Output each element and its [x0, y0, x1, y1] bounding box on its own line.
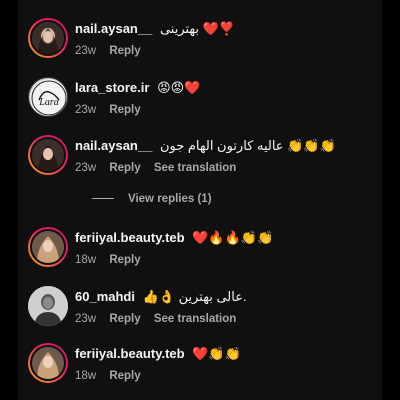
profile-photo-icon: [32, 347, 64, 379]
comment-meta: 23w Reply See translation: [75, 311, 246, 327]
reply-button[interactable]: Reply: [109, 254, 140, 266]
avatar[interactable]: [28, 286, 68, 326]
comment-body: nail.aysan__ بهترینی ❤️❣️: [75, 20, 235, 38]
comment-body: lara_store.ir 😡😡❤️: [75, 79, 200, 97]
comment-item: feriiyal.beauty.teb ❤️👏👏 18w Reply: [28, 342, 378, 394]
comment-meta: 23w Reply: [75, 43, 151, 59]
comment-meta: 18w Reply: [75, 368, 151, 384]
avatar[interactable]: [28, 18, 68, 58]
avatar[interactable]: [28, 343, 68, 383]
profile-photo-icon: [32, 22, 64, 54]
comment-text: ❤️👏👏: [192, 346, 241, 361]
comment-time: 23w: [75, 104, 97, 116]
comment-item: feriiyal.beauty.teb ❤️🔥🔥👏👏 18w Reply: [28, 226, 378, 278]
store-logo-icon: Lara: [30, 79, 67, 116]
comment-body: nail.aysan__ عالیه کارتون الهام جون 👏👏👏: [75, 137, 336, 155]
comments-panel: nail.aysan__ بهترینی ❤️❣️ 23w Reply Lara…: [18, 0, 382, 400]
profile-photo-icon: [32, 139, 64, 171]
comment-body: 60_mahdi 👍👌 عالی بهترین.: [75, 288, 247, 306]
profile-photo-icon: [28, 286, 68, 326]
comment-username[interactable]: nail.aysan__: [75, 138, 152, 153]
comment-text: ❤️🔥🔥👏👏: [192, 230, 274, 245]
profile-photo-icon: [32, 231, 64, 263]
reply-button[interactable]: Reply: [109, 370, 140, 382]
reply-button[interactable]: Reply: [109, 313, 140, 325]
comment-meta: 18w Reply: [75, 252, 151, 268]
view-replies-button[interactable]: View replies (1): [92, 191, 212, 207]
comment-username[interactable]: 60_mahdi: [75, 289, 135, 304]
comment-item: nail.aysan__ عالیه کارتون الهام جون 👏👏👏 …: [28, 134, 378, 186]
avatar-logo-text: Lara: [38, 97, 58, 108]
comment-meta: 23w Reply: [75, 102, 151, 118]
comment-time: 23w: [75, 313, 97, 325]
comment-time: 23w: [75, 45, 97, 57]
view-replies-label[interactable]: View replies (1): [128, 193, 212, 205]
reply-button[interactable]: Reply: [109, 162, 140, 174]
comment-time: 18w: [75, 254, 97, 266]
avatar[interactable]: [28, 135, 68, 175]
comment-username[interactable]: feriiyal.beauty.teb: [75, 346, 185, 361]
comment-time: 18w: [75, 370, 97, 382]
comment-item: nail.aysan__ بهترینی ❤️❣️ 23w Reply: [28, 17, 378, 69]
comment-username[interactable]: nail.aysan__: [75, 21, 152, 36]
see-translation-button[interactable]: See translation: [154, 313, 236, 325]
avatar[interactable]: Lara: [28, 77, 68, 117]
comment-text: 👍👌 عالی بهترین.: [142, 289, 247, 304]
avatar[interactable]: [28, 227, 68, 267]
reply-button[interactable]: Reply: [109, 45, 140, 57]
see-translation-button[interactable]: See translation: [154, 162, 236, 174]
comment-username[interactable]: lara_store.ir: [75, 80, 149, 95]
comment-body: feriiyal.beauty.teb ❤️👏👏: [75, 345, 241, 363]
comment-body: feriiyal.beauty.teb ❤️🔥🔥👏👏: [75, 229, 273, 247]
replies-divider: [92, 198, 114, 200]
comment-item: Lara lara_store.ir 😡😡❤️ 23w Reply: [28, 76, 378, 128]
comment-time: 23w: [75, 162, 97, 174]
reply-button[interactable]: Reply: [109, 104, 140, 116]
comment-text: بهترینی ❤️❣️: [159, 21, 236, 36]
comment-username[interactable]: feriiyal.beauty.teb: [75, 230, 185, 245]
comment-text: عالیه کارتون الهام جون 👏👏👏: [159, 138, 336, 153]
comment-item: 60_mahdi 👍👌 عالی بهترین. 23w Reply See t…: [28, 285, 378, 337]
comment-meta: 23w Reply See translation: [75, 160, 246, 176]
comment-text: 😡😡❤️: [157, 80, 201, 95]
